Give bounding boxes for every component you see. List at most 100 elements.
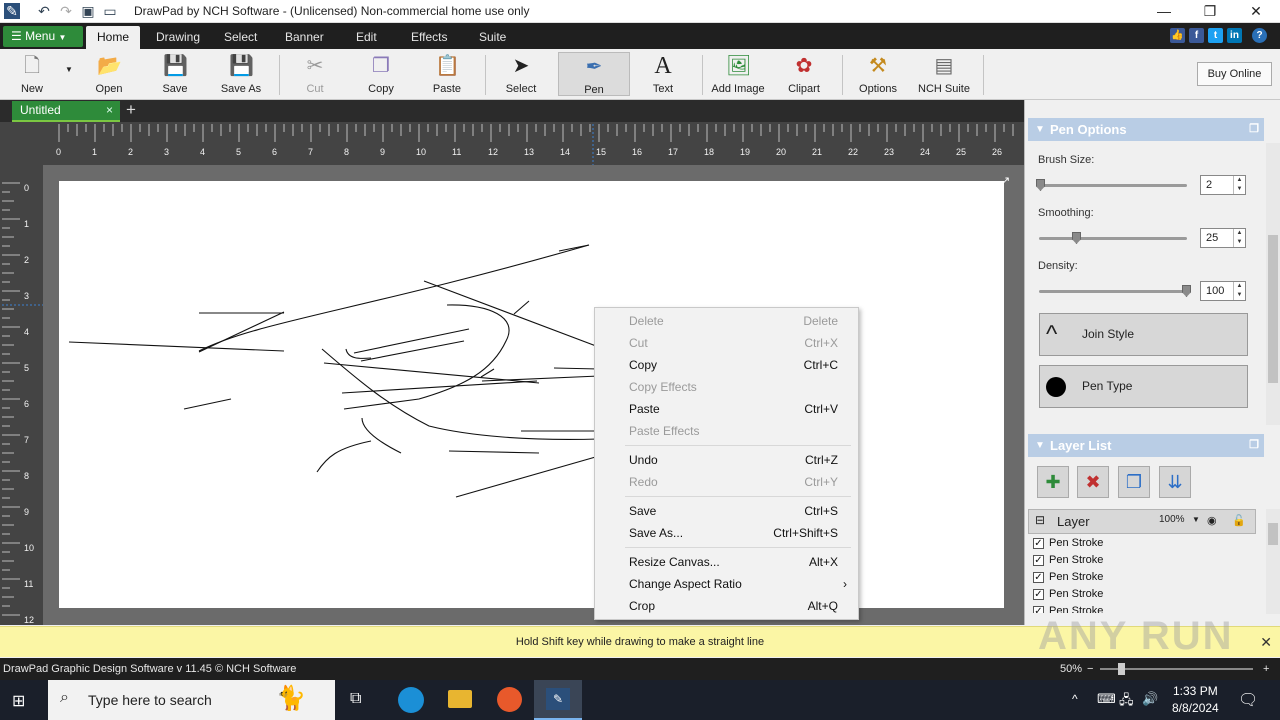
layer-item[interactable]: ✓ Pen Stroke	[1031, 603, 1255, 613]
chevron-down-icon[interactable]: ▼	[1192, 515, 1200, 524]
meet-now-icon[interactable]: ⌨	[1097, 691, 1116, 707]
visibility-icon[interactable]: ◉	[1207, 514, 1217, 527]
menu-item-copy-effects[interactable]: Copy Effects	[595, 376, 858, 398]
menu-item-cut[interactable]: Cut Ctrl+X	[595, 332, 858, 354]
menu-item-resize-canvas[interactable]: Resize Canvas... Alt+X	[595, 551, 858, 573]
layer-item[interactable]: ✓ Pen Stroke	[1031, 535, 1255, 552]
menu-item-redo[interactable]: Redo Ctrl+Y	[595, 471, 858, 493]
workspace[interactable]: 0 1 2 3 4 5 6 7 8 9 10 11 12 13 14 15 16 17 18 19 20 21 22 23 24…	[0, 122, 1024, 625]
checkbox-checked-icon[interactable]: ✓	[1033, 555, 1044, 566]
smoothing-slider[interactable]	[1039, 232, 1187, 244]
tray-chevron-icon[interactable]: ^	[1072, 692, 1078, 706]
tab-effects[interactable]: Effects	[400, 26, 458, 49]
cut-button[interactable]: ✂ Cut	[295, 52, 335, 96]
layer-list-header[interactable]: ▼ Layer List ❐	[1028, 434, 1264, 457]
taskbar-search[interactable]: ⌕ Type here to search 🐈	[48, 680, 335, 720]
density-slider[interactable]	[1039, 285, 1191, 297]
volume-icon[interactable]: 🔊	[1142, 691, 1158, 707]
zoom-slider[interactable]	[1100, 663, 1253, 675]
select-button[interactable]: ➤ Select	[500, 52, 542, 96]
spinner-arrows-icon[interactable]: ▲ ▼	[1233, 176, 1245, 194]
maximize-button[interactable]: ❐	[1187, 0, 1233, 23]
clock-date[interactable]: 8/8/2024	[1172, 701, 1219, 715]
tab-suite[interactable]: Suite	[468, 26, 517, 49]
restore-panel-icon[interactable]: ❐	[1249, 434, 1259, 457]
pen-button[interactable]: ✒ Pen	[558, 52, 630, 96]
minimize-button[interactable]: —	[1141, 0, 1187, 23]
layer-item[interactable]: ✓ Pen Stroke	[1031, 586, 1255, 603]
menu-item-delete[interactable]: Delete Delete	[595, 310, 858, 332]
menu-item-change-aspect-ratio[interactable]: Change Aspect Ratio ›	[595, 573, 858, 595]
scrollbar-thumb[interactable]	[1268, 523, 1278, 545]
pen-options-header[interactable]: ▼ Pen Options ❐	[1028, 118, 1264, 141]
checkbox-checked-icon[interactable]: ✓	[1033, 589, 1044, 600]
task-view-icon[interactable]: ⧉	[350, 690, 361, 708]
layer-item[interactable]: ✓ Pen Stroke	[1031, 552, 1255, 569]
twitter-icon[interactable]: t	[1208, 28, 1223, 43]
tab-drawing[interactable]: Drawing	[145, 26, 211, 49]
menu-item-crop[interactable]: Crop Alt+Q	[595, 595, 858, 617]
close-tab-icon[interactable]: ×	[106, 101, 113, 120]
add-layer-icon[interactable]: ✚	[1037, 466, 1069, 498]
layer-header[interactable]: ⊟ Layer 100% ▼ ◉ 🔓	[1028, 509, 1256, 534]
like-icon[interactable]: 👍	[1170, 28, 1185, 43]
tab-banner[interactable]: Banner	[274, 26, 335, 49]
save-button[interactable]: 💾 Save	[155, 52, 195, 96]
edge-icon[interactable]	[398, 687, 424, 713]
drawpad-taskbar-button[interactable]: ✎	[534, 680, 582, 720]
open-button[interactable]: 📂 Open	[88, 52, 130, 96]
buy-online-button[interactable]: Buy Online	[1197, 62, 1272, 86]
pen-type-button[interactable]: Pen Type	[1039, 365, 1248, 408]
add-image-button[interactable]: 🖼 Add Image	[710, 52, 766, 96]
delete-layer-icon[interactable]: ✖	[1077, 466, 1109, 498]
document-tab[interactable]: Untitled ×	[12, 101, 120, 122]
copy-button[interactable]: ❐ Copy	[360, 52, 402, 96]
pen-options-scrollbar[interactable]	[1266, 143, 1280, 425]
menu-item-save[interactable]: Save Ctrl+S	[595, 500, 858, 522]
restore-panel-icon[interactable]: ❐	[1249, 118, 1259, 141]
tab-home[interactable]: Home	[86, 26, 141, 49]
scrollbar-thumb[interactable]	[1268, 235, 1278, 383]
checkbox-checked-icon[interactable]: ✓	[1033, 572, 1044, 583]
linkedin-icon[interactable]: in	[1227, 28, 1242, 43]
layer-list-scrollbar[interactable]	[1266, 509, 1280, 614]
brush-size-input[interactable]: 2 ▲ ▼	[1200, 175, 1246, 195]
layer-opacity[interactable]: 100%	[1159, 514, 1185, 525]
spinner-arrows-icon[interactable]: ▲ ▼	[1233, 282, 1245, 300]
density-input[interactable]: 100 ▲ ▼	[1200, 281, 1246, 301]
lock-icon[interactable]: 🔓	[1232, 514, 1246, 527]
slider-thumb[interactable]	[1182, 285, 1191, 297]
text-button[interactable]: A Text	[640, 52, 686, 96]
menu-item-copy[interactable]: Copy Ctrl+C	[595, 354, 858, 376]
clock-time[interactable]: 1:33 PM	[1173, 684, 1218, 698]
options-button[interactable]: ⚒ Options	[855, 52, 901, 96]
nch-suite-button[interactable]: ▤ NCH Suite	[914, 52, 974, 96]
paste-button[interactable]: 📋 Paste	[425, 52, 469, 96]
tab-select[interactable]: Select	[213, 26, 268, 49]
slider-thumb[interactable]	[1072, 232, 1081, 244]
new-button[interactable]: 🗋 New	[12, 52, 52, 96]
save-as-button[interactable]: 💾 Save As	[216, 52, 266, 96]
menu-item-paste[interactable]: Paste Ctrl+V	[595, 398, 858, 420]
clipart-button[interactable]: ✿ Clipart	[783, 52, 825, 96]
close-button[interactable]: ✕	[1233, 0, 1279, 23]
brush-size-slider[interactable]	[1036, 179, 1187, 191]
quick-save-icon[interactable]: ▣	[80, 3, 96, 19]
merge-layers-icon[interactable]: ⇊	[1159, 466, 1191, 498]
tab-edit[interactable]: Edit	[345, 26, 388, 49]
layer-item[interactable]: ✓ Pen Stroke	[1031, 569, 1255, 586]
collapse-layer-icon[interactable]: ⊟	[1035, 513, 1045, 527]
facebook-icon[interactable]: f	[1189, 28, 1204, 43]
spinner-arrows-icon[interactable]: ▲ ▼	[1233, 229, 1245, 247]
resize-handle-icon[interactable]: ↗	[1001, 174, 1010, 187]
help-icon[interactable]: ?	[1252, 28, 1267, 43]
menu-button[interactable]: ☰ Menu ▼	[3, 26, 83, 47]
menu-item-paste-effects[interactable]: Paste Effects	[595, 420, 858, 442]
slider-thumb[interactable]	[1118, 663, 1125, 675]
redo-icon[interactable]: ↷	[58, 3, 74, 19]
duplicate-layer-icon[interactable]: ❐	[1118, 466, 1150, 498]
slider-thumb[interactable]	[1036, 179, 1045, 191]
checkbox-checked-icon[interactable]: ✓	[1033, 538, 1044, 549]
close-hint-icon[interactable]: ✕	[1260, 627, 1272, 658]
notifications-icon[interactable]: 🗨	[1238, 690, 1258, 710]
